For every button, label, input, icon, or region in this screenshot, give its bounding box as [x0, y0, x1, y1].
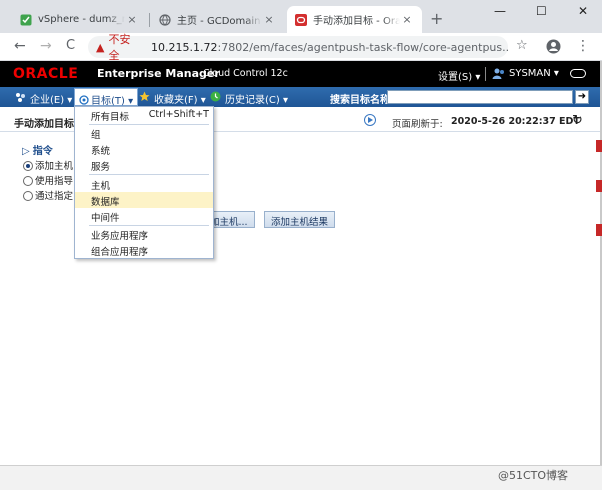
product-name: Enterprise Manager: [97, 67, 220, 80]
tab-close-icon[interactable]: ×: [400, 13, 414, 26]
new-tab-button[interactable]: +: [430, 9, 443, 28]
play-icon[interactable]: [364, 114, 376, 126]
url-field[interactable]: ▲ 不安全 10.215.1.72:7802/em/faces/agentpus…: [88, 33, 508, 62]
shortcut-label: Ctrl+Shift+T: [148, 109, 209, 120]
profile-avatar-icon[interactable]: [546, 39, 561, 54]
url-host: 10.215.1.72: [151, 40, 218, 54]
menu-item-label: 所有目标: [91, 112, 130, 123]
tab-title: vSphere - dumz_rhel: [38, 14, 125, 25]
radio-label: 通过指定: [35, 191, 74, 202]
expand-triangle-icon: ▷: [22, 146, 30, 157]
forward-button[interactable]: →: [40, 38, 52, 54]
user-icon: [492, 68, 504, 79]
product-edition: Cloud Control 12c: [203, 68, 288, 79]
settings-menu[interactable]: 设置(S) ▾: [438, 68, 480, 83]
radio-label: 使用指导: [35, 176, 74, 187]
instructions-heading: 指令: [32, 146, 53, 157]
radio-add-host[interactable]: [23, 161, 33, 171]
watermark: @51CTO博客: [498, 469, 569, 482]
tab-vsphere[interactable]: vSphere - dumz_rhel ×: [12, 6, 147, 33]
menu-item-hosts[interactable]: 主机: [75, 176, 213, 192]
menu-item-composite-apps[interactable]: 组合应用程序: [75, 242, 213, 258]
edge-marker: [596, 224, 602, 236]
radio-specify[interactable]: [23, 191, 33, 201]
menu-item-services[interactable]: 服务: [75, 157, 213, 173]
insecure-label: 不安全: [108, 33, 131, 62]
refresh-label: 页面刷新于:: [392, 119, 443, 130]
tab-add-target[interactable]: 手动添加目标 - Oracle ×: [287, 6, 422, 33]
tab-gcdomain[interactable]: 主页 - GCDomain - C ×: [151, 6, 284, 33]
menu-item-business-apps[interactable]: 业务应用程序: [75, 226, 213, 242]
address-bar: ← → C ▲ 不安全 10.215.1.72:7802/em/faces/ag…: [0, 33, 602, 62]
oracle-favicon-icon: [295, 13, 307, 26]
favorites-star-icon: [139, 91, 150, 101]
globe-icon: [159, 13, 171, 26]
url-text: 10.215.1.72:7802/em/faces/agentpush-task…: [151, 41, 508, 54]
menu-enterprise[interactable]: 企业(E) ▾: [30, 91, 72, 106]
menu-targets[interactable]: 目标(T) ▾: [74, 88, 139, 107]
tab-close-icon[interactable]: ×: [125, 13, 139, 26]
em-header: ORACLE Enterprise Manager Cloud Control …: [0, 61, 602, 87]
targets-dropdown-menu: 所有目标 Ctrl+Shift+T 组 系统 服务 主机 数据库 中间件 业务应…: [74, 106, 214, 259]
target-icon: [79, 95, 89, 105]
close-window-button[interactable]: ✕: [578, 4, 588, 18]
search-target-input[interactable]: [387, 90, 573, 104]
minimize-button[interactable]: —: [494, 4, 506, 18]
oracle-logo: ORACLE: [13, 66, 79, 82]
menu-item-all-targets[interactable]: 所有目标 Ctrl+Shift+T: [75, 107, 213, 123]
page-title: 手动添加目标: [14, 119, 74, 130]
bookmark-star-icon[interactable]: ☆: [516, 38, 528, 53]
edge-marker: [596, 140, 602, 152]
edge-marker: [596, 180, 602, 192]
logout-icon[interactable]: [570, 69, 586, 78]
add-host-results-button[interactable]: 添加主机结果: [264, 211, 336, 228]
menu-history[interactable]: 历史记录(C) ▾: [225, 91, 288, 106]
radio-guided[interactable]: [23, 176, 33, 186]
user-menu[interactable]: SYSMAN ▾: [509, 68, 559, 79]
menu-favorites[interactable]: 收藏夹(F) ▾: [154, 91, 206, 106]
browser-menu-icon[interactable]: ⋮: [576, 38, 590, 54]
reload-button[interactable]: C: [66, 38, 75, 53]
menu-item-databases[interactable]: 数据库: [75, 192, 213, 208]
vsphere-favicon-icon: [20, 14, 32, 25]
menu-item-middleware[interactable]: 中间件: [75, 208, 213, 224]
instructions-section[interactable]: ▷ 指令: [22, 142, 53, 157]
tab-title: 手动添加目标 - Oracle: [313, 16, 400, 27]
menu-divider: [89, 174, 209, 175]
enterprise-icon: [16, 93, 25, 102]
search-target-label: 搜索目标名称: [330, 95, 390, 106]
refresh-timestamp: 2020-5-26 20:22:37 EDT: [451, 116, 580, 127]
url-path: :7802/em/faces/agentpush-task-flow/core-…: [217, 40, 508, 54]
tab-close-icon[interactable]: ×: [262, 13, 276, 26]
search-go-button[interactable]: ➜: [575, 90, 589, 104]
menu-item-systems[interactable]: 系统: [75, 141, 213, 157]
menu-item-groups[interactable]: 组: [75, 125, 213, 141]
page-refresh-icon[interactable]: ↻: [572, 113, 583, 128]
tab-divider: [149, 13, 150, 27]
warning-icon: ▲: [96, 40, 105, 54]
browser-tab-strip: vSphere - dumz_rhel × 主页 - GCDomain - C …: [0, 0, 602, 33]
header-divider: [485, 67, 486, 81]
maximize-button[interactable]: ☐: [536, 4, 547, 18]
tab-title: 主页 - GCDomain - C: [177, 16, 262, 27]
main-menubar: 企业(E) ▾ 目标(T) ▾ 收藏夹(F) ▾ 历史记录(C) ▾ 搜索目标名…: [0, 87, 602, 107]
back-button[interactable]: ←: [14, 38, 26, 54]
history-icon: [210, 91, 221, 102]
radio-label: 添加主机: [35, 161, 74, 172]
